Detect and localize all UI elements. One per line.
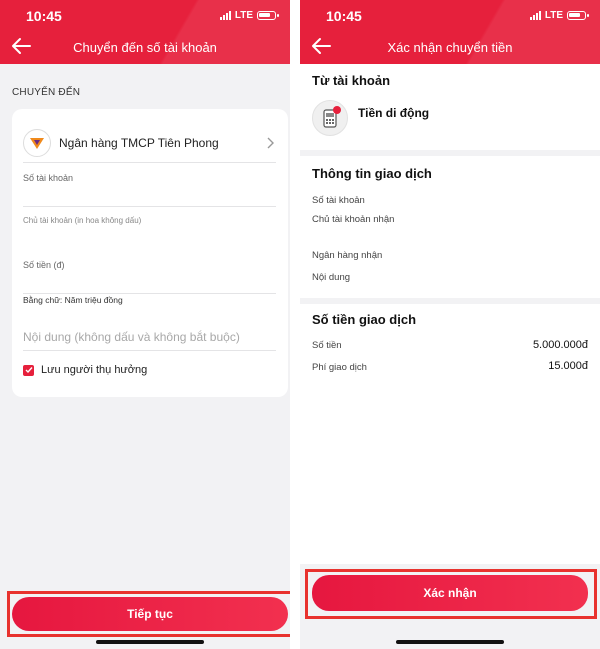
amount-row-label: Số tiền [312, 340, 342, 351]
from-account-heading: Từ tài khoản [312, 73, 391, 88]
info-row-label: Chủ tài khoản nhận [312, 214, 395, 225]
home-indicator [396, 640, 504, 644]
checkmark-icon [25, 367, 33, 374]
confirm-transfer-screen: 10:45 LTE Xác nhận chuyển tiền Từ tài kh… [300, 0, 600, 649]
fee-row-label: Phí giao dịch [312, 362, 367, 373]
mobile-wallet-icon [312, 100, 348, 136]
amount-in-words: Bằng chữ: Năm triệu đồng [23, 295, 123, 305]
note-input[interactable] [23, 323, 276, 351]
battery-icon [567, 11, 589, 20]
chevron-right-icon [267, 137, 274, 148]
signal-icon [529, 11, 541, 20]
bottom-action-area: Tiếp tục [0, 585, 290, 649]
amount-label: Số tiền (đ) [23, 260, 65, 270]
bank-selector[interactable]: Ngân hàng TMCP Tiên Phong [23, 127, 276, 163]
info-row-label: Ngân hàng nhận [312, 250, 383, 261]
section-label: CHUYỂN ĐẾN [12, 87, 81, 98]
account-number-label: Số tài khoản [23, 173, 74, 183]
status-indicators: LTE [219, 10, 279, 21]
transfer-to-account-screen: 10:45 LTE Chuyển đến số tài khoản CHUYỂN… [0, 0, 290, 649]
transaction-info-heading: Thông tin giao dịch [312, 166, 432, 181]
save-beneficiary-checkbox[interactable] [23, 364, 34, 376]
header-bar: 10:45 LTE Chuyển đến số tài khoản [0, 0, 290, 64]
account-number-field[interactable]: Số tài khoản [23, 167, 276, 207]
page-title: Xác nhận chuyển tiền [387, 40, 513, 55]
save-beneficiary-label: Lưu người thụ hưởng [41, 364, 148, 376]
signal-icon [219, 11, 231, 20]
bottom-action-area: Xác nhận [300, 564, 600, 649]
battery-icon [257, 11, 279, 20]
save-beneficiary-row[interactable]: Lưu người thụ hưởng [23, 364, 147, 376]
info-row-label: Số tài khoản [312, 195, 365, 206]
divider [300, 298, 600, 304]
amount-field[interactable]: Số tiền (đ) [23, 249, 276, 294]
fee-value: 15.000đ [548, 360, 588, 372]
network-label: LTE [544, 10, 563, 21]
divider [300, 150, 600, 156]
screen-separator [290, 0, 300, 649]
status-indicators: LTE [529, 10, 589, 21]
header-bar: 10:45 LTE Xác nhận chuyển tiền [300, 0, 600, 64]
status-time: 10:45 [326, 8, 362, 24]
bank-name: Ngân hàng TMCP Tiên Phong [59, 135, 219, 150]
confirm-button[interactable]: Xác nhận [312, 575, 588, 611]
account-holder-label: Chủ tài khoản (in hoa không dấu) [23, 216, 142, 225]
from-account-name: Tiền di động [358, 106, 430, 120]
amount-heading: Số tiền giao dịch [312, 312, 417, 327]
transfer-form-card: Ngân hàng TMCP Tiên Phong Số tài khoản C… [12, 109, 288, 397]
info-row-label: Nội dung [312, 272, 351, 283]
amount-value: 5.000.000đ [532, 339, 588, 351]
tpbank-logo-icon [23, 128, 51, 157]
home-indicator [96, 640, 204, 644]
continue-button[interactable]: Tiếp tục [12, 597, 288, 631]
page-title: Chuyển đến số tài khoản [73, 40, 217, 55]
network-label: LTE [234, 10, 253, 21]
status-time: 10:45 [26, 8, 62, 24]
